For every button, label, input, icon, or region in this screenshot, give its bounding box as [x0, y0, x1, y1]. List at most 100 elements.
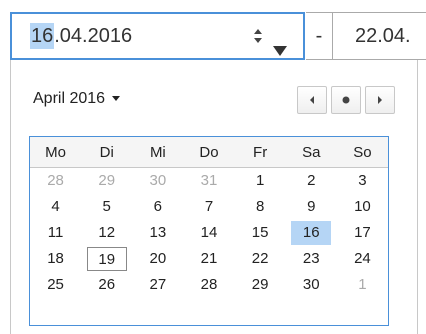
month-caret-icon [111, 90, 121, 108]
calendar-day-cell[interactable]: 16 [286, 220, 337, 246]
end-date-text[interactable]: 22.04. [355, 13, 411, 59]
calendar-grid: Mo Di Mi Do Fr Sa So 28 29 30 31 1 2 3 4 5 6 7 8 9 10 11 12 13… [29, 136, 389, 326]
calendar-day-label: 10 [354, 198, 371, 215]
calendar-day-cell[interactable]: 1 [235, 168, 286, 195]
calendar-day-label: 8 [255, 198, 265, 215]
calendar-week-row: 28 29 30 31 1 2 3 [30, 168, 388, 195]
end-date-input[interactable]: 22.04. [332, 12, 426, 60]
start-date-input[interactable]: 16.04.2016 [10, 12, 305, 60]
calendar-day-cell[interactable]: 9 [286, 194, 337, 220]
calendar-day-label: 17 [354, 224, 371, 241]
weekday-header: Mi [132, 137, 184, 168]
start-date-rest[interactable]: .04.2016 [54, 25, 132, 47]
next-month-icon [377, 91, 383, 109]
calendar-week-row: 25 26 27 28 29 30 1 [30, 272, 388, 298]
calendar-day-cell[interactable]: 30 [132, 168, 183, 195]
calendar-day-cell[interactable]: 10 [337, 194, 388, 220]
calendar-day-cell[interactable]: 26 [81, 272, 132, 298]
dropdown-arrow-icon[interactable] [270, 30, 290, 56]
calendar-day-label: 19 [86, 247, 127, 271]
calendar-day-cell[interactable]: 1 [337, 272, 388, 298]
weekday-header: So [336, 137, 388, 168]
calendar-day-cell[interactable]: 8 [235, 194, 286, 220]
calendar-day-label: 20 [149, 250, 167, 267]
calendar-day-cell[interactable]: 22 [235, 246, 286, 272]
calendar-day-cell[interactable]: 27 [132, 272, 183, 298]
spin-updown-icon[interactable] [250, 26, 266, 46]
calendar-day-cell[interactable]: 21 [183, 246, 234, 272]
calendar-day-label: 4 [51, 198, 60, 215]
calendar-day-label: 18 [47, 250, 64, 267]
calendar-day-label: 11 [47, 224, 64, 241]
calendar-day-cell[interactable]: 18 [30, 246, 81, 272]
calendar-day-label: 1 [255, 172, 265, 189]
weekday-header: Do [183, 137, 235, 168]
calendar-body: 28 29 30 31 1 2 3 4 5 6 7 8 9 10 11 12 13 14 15 16 17 18 19 20 2… [30, 168, 388, 299]
calendar-day-cell[interactable]: 6 [132, 194, 183, 220]
start-date-text: 16.04.2016 [30, 14, 132, 58]
calendar-day-label: 5 [102, 198, 111, 215]
calendar-day-cell[interactable]: 29 [235, 272, 286, 298]
calendar-day-label: 29 [251, 276, 269, 293]
calendar-week-row: 18 19 20 21 22 23 24 [30, 246, 388, 272]
calendar-day-label: 30 [302, 276, 320, 293]
calendar-day-cell[interactable]: 2 [286, 168, 337, 195]
calendar-week-row: 4 5 6 7 8 9 10 [30, 194, 388, 220]
calendar-day-cell[interactable]: 29 [81, 168, 132, 195]
calendar-day-label: 6 [153, 198, 163, 215]
today-button[interactable] [331, 86, 361, 114]
calendar-day-cell[interactable]: 17 [337, 220, 388, 246]
calendar-day-label: 27 [149, 276, 167, 293]
start-date-day-segment[interactable]: 16 [30, 23, 55, 49]
calendar-day-cell[interactable]: 28 [30, 168, 81, 195]
calendar-day-cell[interactable]: 20 [132, 246, 183, 272]
calendar-day-cell[interactable]: 7 [183, 194, 234, 220]
calendar-day-label: 12 [98, 224, 116, 241]
calendar-day-cell[interactable]: 30 [286, 272, 337, 298]
calendar-day-label: 7 [204, 198, 214, 215]
next-month-button[interactable] [365, 86, 395, 114]
calendar-day-label: 16 [291, 221, 332, 245]
calendar-day-label: 3 [358, 172, 367, 189]
calendar-day-cell[interactable]: 31 [183, 168, 234, 195]
calendar-day-cell[interactable]: 4 [30, 194, 81, 220]
calendar-day-cell[interactable]: 19 [81, 246, 132, 272]
calendar-day-label: 28 [47, 172, 64, 189]
weekday-header-row: Mo Di Mi Do Fr Sa So [30, 137, 388, 168]
calendar-day-cell[interactable]: 15 [235, 220, 286, 246]
calendar-day-label: 13 [149, 224, 167, 241]
month-title-button[interactable]: April 2016 [33, 90, 121, 108]
today-dot-icon [342, 91, 350, 109]
calendar-day-label: 9 [307, 198, 316, 215]
calendar-day-cell[interactable]: 12 [81, 220, 132, 246]
calendar-day-cell[interactable]: 11 [30, 220, 81, 246]
weekday-header: Sa [285, 137, 337, 168]
calendar-day-label: 2 [307, 172, 316, 189]
weekday-header: Mo [30, 137, 82, 168]
calendar-day-cell[interactable]: 5 [81, 194, 132, 220]
calendar-day-label: 28 [200, 276, 218, 293]
calendar-day-cell[interactable]: 23 [286, 246, 337, 272]
prev-month-icon [309, 91, 315, 109]
range-separator: - [306, 12, 332, 60]
calendar-day-cell[interactable]: 13 [132, 220, 183, 246]
calendar-day-label: 1 [358, 276, 367, 293]
prev-month-button[interactable] [297, 86, 327, 114]
calendar-day-label: 30 [149, 172, 167, 189]
calendar-day-label: 23 [302, 250, 320, 267]
calendar-day-cell[interactable]: 28 [183, 272, 234, 298]
calendar-day-label: 15 [251, 224, 269, 241]
calendar-day-label: 26 [98, 276, 116, 293]
calendar-day-cell[interactable]: 3 [337, 168, 388, 195]
calendar-day-label: 31 [200, 172, 218, 189]
calendar-day-cell[interactable]: 14 [183, 220, 234, 246]
calendar-popup: April 2016 Mo Di Mi Do Fr Sa So 28 29 30 31 1 2 3 4 5 6… [10, 60, 418, 334]
calendar-day-label: 22 [251, 250, 269, 267]
calendar-day-cell[interactable]: 24 [337, 246, 388, 272]
calendar-day-label: 21 [200, 250, 218, 267]
weekday-header: Fr [234, 137, 286, 168]
calendar-day-label: 14 [200, 224, 218, 241]
calendar-week-row: 11 12 13 14 15 16 17 [30, 220, 388, 246]
calendar-day-cell[interactable]: 25 [30, 272, 81, 298]
month-title-label: April 2016 [33, 90, 106, 108]
